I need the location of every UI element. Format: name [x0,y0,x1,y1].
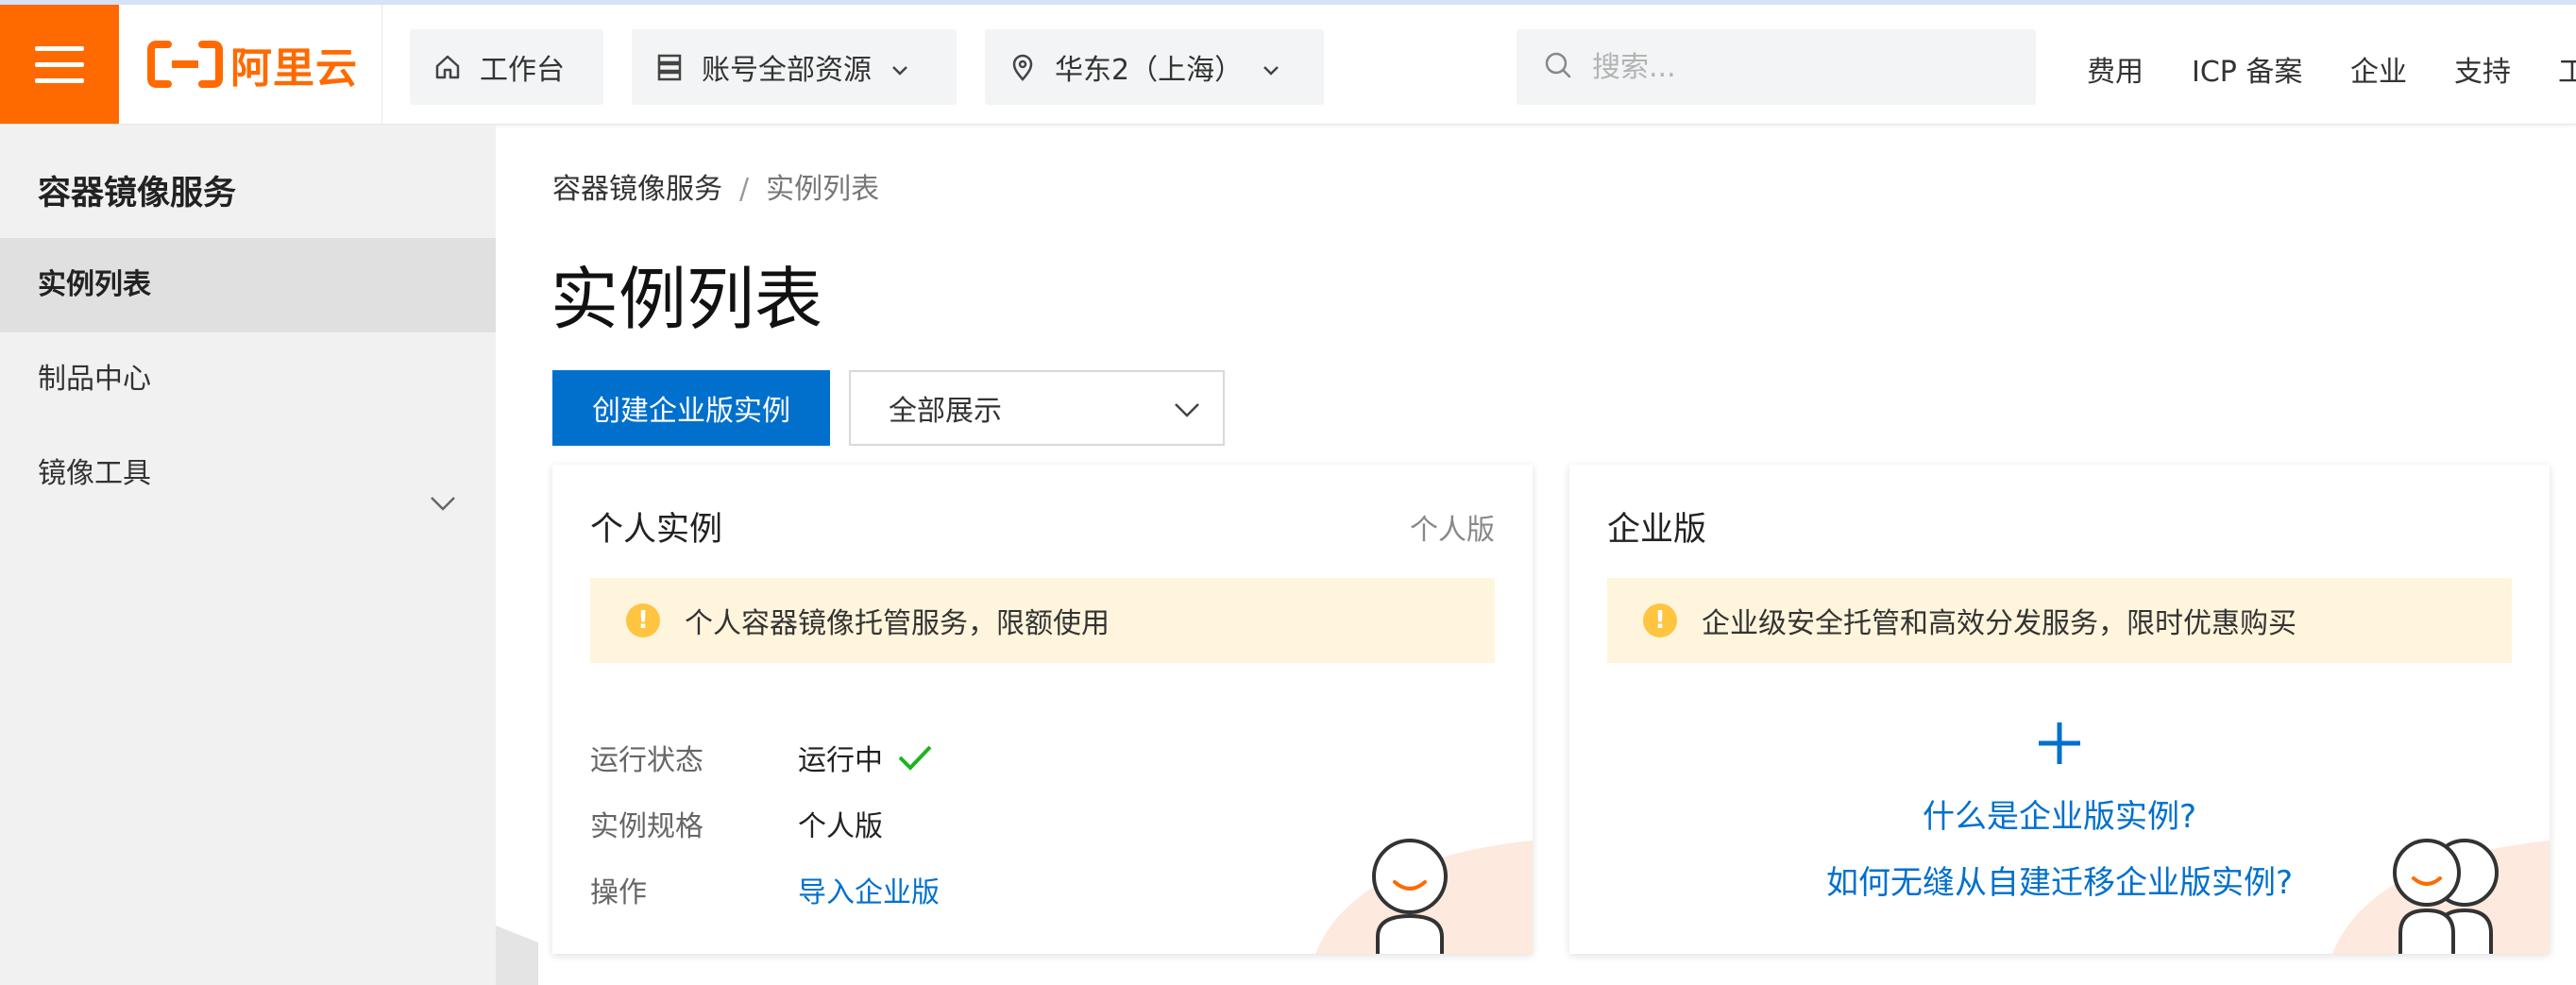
notice-banner: ! 企业级安全托管和高效分发服务，限时优惠购买 [1607,578,2512,663]
card-title: 个人实例 [590,511,723,549]
display-filter-select[interactable]: 全部展示 [849,370,1225,446]
notice-text: 企业级安全托管和高效分发服务，限时优惠购买 [1702,607,2296,640]
sidebar-item-label: 镜像工具 [38,457,151,490]
breadcrumb-separator: / [739,173,750,206]
create-enterprise-instance-button[interactable]: 创建企业版实例 [552,370,830,446]
notice-banner: ! 个人容器镜像托管服务，限额使用 [590,578,1495,663]
edition-tag: 个人版 [1410,514,1495,547]
region-label: 华东2（上海） [1055,54,1244,87]
page-title: 实例列表 [551,260,823,339]
status-value: 运行中 [798,744,883,777]
status-label: 运行状态 [590,744,703,777]
personal-instance-card: 个人实例 个人版 ! 个人容器镜像托管服务，限额使用 运行状态 运行中 实例规格… [552,465,1533,954]
region-dropdown[interactable]: 华东2（上海） [985,29,1324,105]
chevron-down-icon [428,461,458,511]
card-title: 企业版 [1607,511,1707,549]
status-value-group: 运行中 [798,737,934,778]
aliyun-logo-icon [147,41,223,88]
nav-link-support[interactable]: 支持 [2454,48,2511,90]
nav-link-billing[interactable]: 费用 [2087,48,2144,90]
what-is-enterprise-link[interactable]: 什么是企业版实例? [1569,790,2550,837]
sidebar-item-artifact-center[interactable]: 制品中心 [0,332,496,427]
home-icon [432,52,463,82]
sidebar-collapse-handle[interactable] [496,926,538,985]
sidebar-item-label: 制品中心 [38,363,151,396]
sidebar-item-label: 实例列表 [38,268,151,301]
resources-label: 账号全部资源 [702,54,872,87]
warning-icon: ! [1643,603,1677,637]
personal-user-illustration [1315,839,1533,954]
nav-link-icp[interactable]: ICP 备案 [2192,48,2302,90]
plus-icon [2036,720,2083,776]
location-pin-icon [1008,52,1038,82]
enterprise-users-illustration [2332,839,2550,954]
menu-bar-icon [35,78,84,83]
aliyun-logo[interactable]: 阿里云 [147,33,358,95]
chevron-down-icon [1260,56,1282,78]
import-enterprise-link[interactable]: 导入企业版 [798,869,940,910]
server-icon [654,52,685,82]
breadcrumb-current: 实例列表 [766,173,880,206]
nav-divider [381,5,382,124]
chevron-down-icon [1172,397,1202,423]
warning-icon: ! [626,603,660,637]
nav-link-enterprise[interactable]: 企业 [2350,48,2407,90]
spec-value: 个人版 [798,810,883,843]
search-input[interactable] [1590,49,2009,85]
search-icon [1543,50,1573,84]
workbench-label: 工作台 [480,54,565,87]
spec-label: 实例规格 [590,810,703,843]
notice-text: 个人容器镜像托管服务，限额使用 [685,607,1110,640]
nav-link-more[interactable]: 工 [2558,48,2576,90]
resources-dropdown[interactable]: 账号全部资源 [632,29,957,105]
action-label: 操作 [590,876,647,909]
display-filter-value: 全部展示 [889,395,1002,428]
sidebar-item-instance-list[interactable]: 实例列表 [0,238,496,332]
check-icon [896,742,934,773]
add-instance-plus-button[interactable] [1569,720,2550,776]
menu-bar-icon [35,46,84,51]
chevron-down-icon [889,56,911,78]
menu-bar-icon [35,62,84,67]
logo-text: 阿里云 [230,44,358,93]
top-navigation-bar: 阿里云 工作台 账号全部资源 华东2（上海） 费用 ICP 备案 企业 支持 [0,5,2576,125]
breadcrumb: 容器镜像服务 / 实例列表 [552,165,879,207]
enterprise-instance-card: 企业版 ! 企业级安全托管和高效分发服务，限时优惠购买 什么是企业版实例? 如何… [1569,465,2550,954]
sidebar-item-image-tools[interactable]: 镜像工具 [0,427,496,521]
workbench-button[interactable]: 工作台 [410,29,603,105]
global-search[interactable] [1517,29,2036,105]
hamburger-menu-button[interactable] [0,5,119,124]
breadcrumb-root-link[interactable]: 容器镜像服务 [552,173,722,206]
sidebar-title: 容器镜像服务 [38,175,237,212]
sidebar: 容器镜像服务 实例列表 制品中心 镜像工具 [0,125,496,985]
